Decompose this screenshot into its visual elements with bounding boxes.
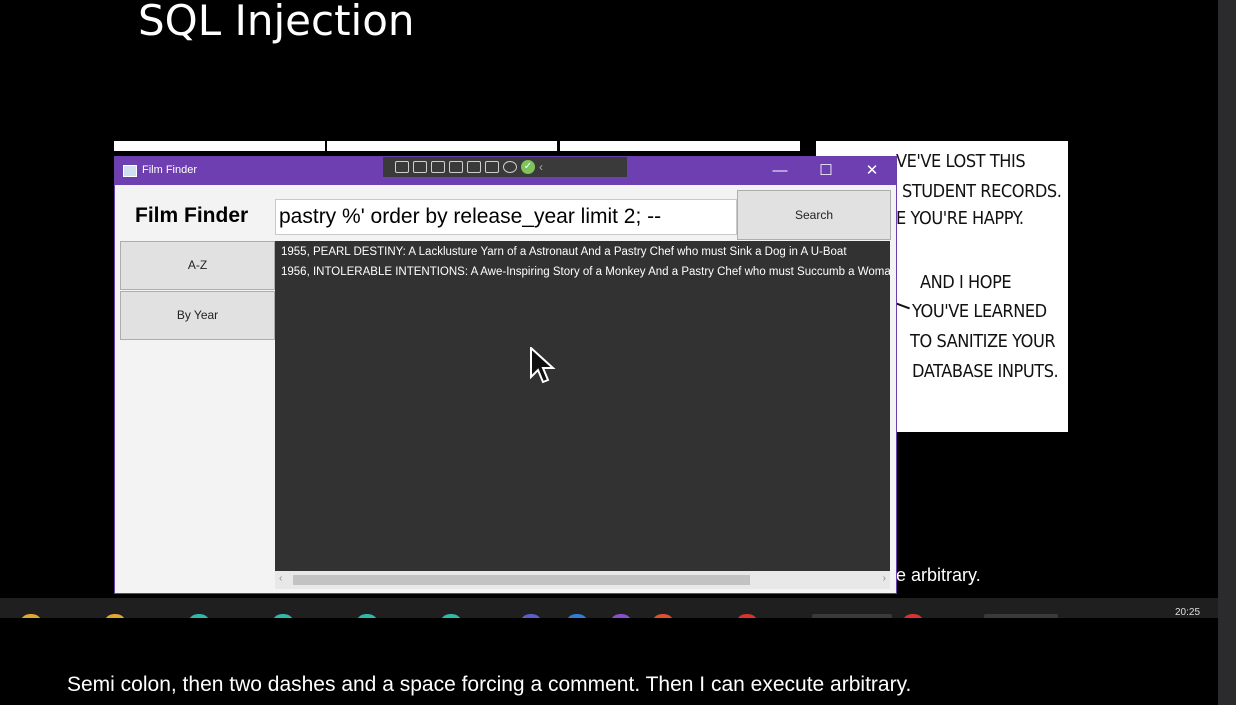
chevron-left-icon[interactable]: ‹ <box>539 160 543 174</box>
comic-text: VE'VE LOST THIS <box>896 151 1026 172</box>
active-app-icon[interactable] <box>812 614 892 618</box>
slide-title: SQL Injection <box>138 0 415 45</box>
subtitle-caption: Semi colon, then two dashes and a space … <box>67 673 912 696</box>
frame-icon[interactable] <box>449 161 463 173</box>
comic-text: TO SANITIZE YOUR <box>910 331 1056 352</box>
app-icon[interactable] <box>356 614 378 618</box>
folder-icon[interactable] <box>104 614 126 618</box>
taskbar: 20:25 <box>0 598 1218 618</box>
accessibility-icon[interactable] <box>503 161 517 173</box>
caption-behind-window: e arbitrary. <box>896 565 981 585</box>
app-icon[interactable] <box>440 614 462 618</box>
app-heading: Film Finder <box>135 204 249 227</box>
binding-icon[interactable] <box>485 161 499 173</box>
right-edge-bar <box>1218 0 1236 705</box>
list-item[interactable]: 1956, INTOLERABLE INTENTIONS: A Awe-Insp… <box>281 266 890 278</box>
scroll-left-icon[interactable]: ‹ <box>279 573 282 584</box>
maximize-button[interactable]: ☐ <box>809 159 843 183</box>
comic-panel-edge <box>560 141 800 151</box>
window-title: Film Finder <box>142 164 198 176</box>
app-icon[interactable] <box>272 614 294 618</box>
close-button[interactable]: ✕ <box>855 159 889 183</box>
horizontal-scrollbar[interactable]: ‹ › <box>275 571 890 589</box>
comic-text: DATABASE INPUTS. <box>912 361 1059 382</box>
file-explorer-icon[interactable] <box>20 614 42 618</box>
search-input[interactable] <box>275 199 737 235</box>
debug-toolbar: ✓ ‹ <box>383 157 627 177</box>
comic-text: E YOU'RE HAPPY. <box>896 208 1024 229</box>
scrollbar-thumb[interactable] <box>293 575 750 585</box>
list-item[interactable]: 1955, PEARL DESTINY: A Lacklusture Yarn … <box>281 246 847 258</box>
comic-panel-edge <box>114 141 325 151</box>
scroll-right-icon[interactable]: › <box>883 573 886 584</box>
teams-icon[interactable] <box>520 614 542 618</box>
app-icon[interactable] <box>188 614 210 618</box>
pointer-icon[interactable] <box>431 161 445 173</box>
visual-studio-icon[interactable] <box>610 614 632 618</box>
active-app-icon[interactable] <box>984 614 1058 618</box>
select-element-icon[interactable] <box>395 161 409 173</box>
search-button[interactable]: Search <box>737 190 891 240</box>
sort-by-year-button[interactable]: By Year <box>120 291 275 340</box>
cursor-icon <box>530 347 556 384</box>
minimize-button[interactable]: — <box>763 159 797 183</box>
app-icon <box>123 165 137 177</box>
app-icon[interactable] <box>736 614 758 618</box>
vscode-icon[interactable] <box>566 614 588 618</box>
comic-text: AND I HOPE <box>920 272 1012 293</box>
comic-text: STUDENT RECORDS. <box>902 181 1062 202</box>
record-icon[interactable] <box>413 161 427 173</box>
title-bar[interactable]: Film Finder ✓ ‹ — ☐ ✕ <box>115 157 896 185</box>
app-icon[interactable] <box>652 614 674 618</box>
film-finder-window: Film Finder ✓ ‹ — ☐ ✕ Film Finder Search… <box>114 156 897 594</box>
clock[interactable]: 20:25 <box>1175 607 1200 618</box>
app-icon[interactable] <box>902 614 924 618</box>
comic-panel-edge <box>327 141 557 151</box>
layout-icon[interactable] <box>467 161 481 173</box>
results-list[interactable]: 1955, PEARL DESTINY: A Lacklusture Yarn … <box>275 241 890 589</box>
checkmark-icon[interactable]: ✓ <box>521 160 535 174</box>
sort-az-button[interactable]: A-Z <box>120 241 275 290</box>
comic-text: YOU'VE LEARNED <box>912 301 1047 322</box>
